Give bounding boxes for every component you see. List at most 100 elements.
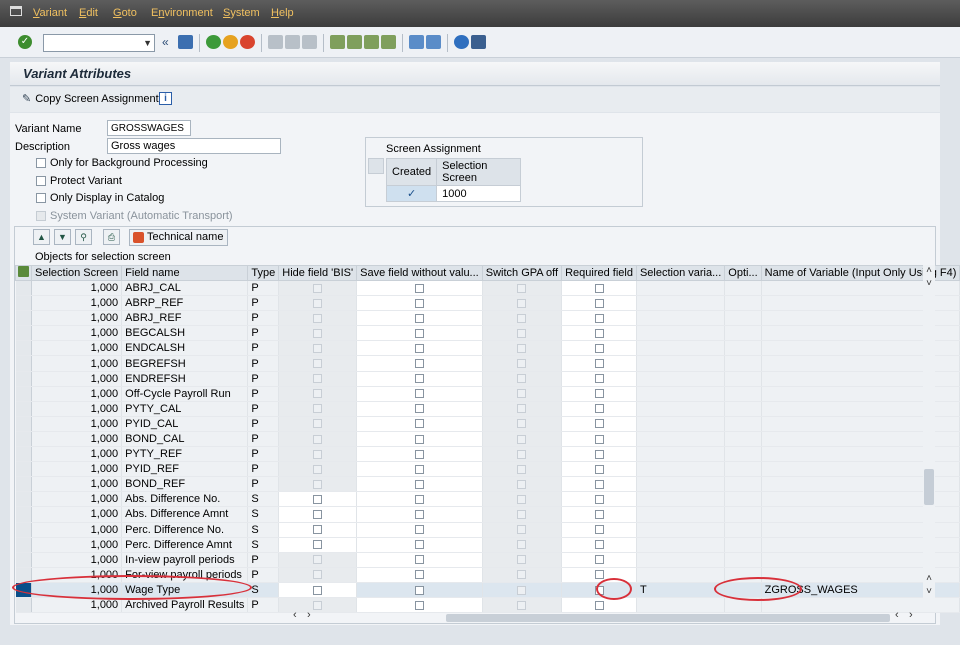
save-without-values-checkbox[interactable] [356,522,483,538]
cancel-icon[interactable] [240,35,255,49]
menu-variant[interactable]: Variant [33,7,67,19]
variant-name-field[interactable]: GROSSWAGES [107,120,191,136]
row-selector[interactable] [15,310,32,327]
scroll-right-icon[interactable]: › [909,609,913,621]
required-field-checkbox[interactable] [561,416,637,432]
required-field-checkbox[interactable] [561,355,637,372]
row-selector[interactable] [15,597,32,614]
selection-variable-cell[interactable] [636,355,726,372]
scroll-down-icon[interactable]: ˅ [923,586,935,597]
table-row[interactable]: 1,000 Perc. Difference No. S [15,522,960,538]
required-field-checkbox[interactable] [561,280,637,297]
table-row[interactable]: 1,000 Abs. Difference Amnt S [15,506,960,523]
save-without-values-checkbox[interactable] [356,340,483,357]
table-row[interactable]: 1,000 In-view payroll periods P [15,552,960,568]
required-field-checkbox[interactable] [561,506,637,523]
row-selector[interactable] [15,446,32,463]
command-field[interactable]: ▼ [43,34,155,52]
row-selector[interactable] [15,476,32,493]
table-row[interactable]: 1,000 Off-Cycle Payroll Run P [15,386,960,402]
selection-variable-cell[interactable] [636,401,726,417]
find-icon[interactable] [285,35,300,49]
required-field-checkbox[interactable] [561,386,637,402]
previous-page-icon[interactable] [347,35,362,49]
find-icon[interactable]: ⚲ [75,229,92,245]
column-header[interactable]: Selection varia... [635,265,726,281]
save-without-values-checkbox[interactable] [356,567,483,583]
table-row[interactable]: 1,000 BOND_CAL P [15,431,960,448]
option-cell[interactable] [724,522,762,538]
required-field-checkbox[interactable] [561,461,637,478]
selection-variable-cell[interactable] [636,461,726,478]
required-field-checkbox[interactable] [561,476,637,493]
option-cell[interactable] [724,371,762,387]
print-icon[interactable]: ⎙ [103,229,120,245]
scroll-thumb[interactable] [924,469,934,505]
shortcut-icon[interactable] [426,35,441,49]
option-cell[interactable] [724,506,762,523]
option-cell[interactable] [724,537,762,553]
row-selector[interactable] [15,461,32,478]
display-in-catalog-checkbox[interactable] [36,193,46,203]
selection-variable-cell[interactable]: T [636,582,726,598]
table-row[interactable]: 1,000 ENDCALSH P [15,340,960,357]
find-next-icon[interactable] [302,35,317,49]
table-row[interactable]: 1,000 PYID_CAL P [15,416,960,432]
background-processing-checkbox[interactable] [36,158,46,168]
required-field-checkbox[interactable] [561,340,637,357]
selection-variable-cell[interactable] [636,537,726,553]
required-field-checkbox[interactable] [561,325,637,342]
column-header[interactable]: Type [247,265,280,281]
row-selector[interactable] [15,295,32,312]
next-page-icon[interactable] [364,35,379,49]
row-selector[interactable] [15,506,32,523]
option-cell[interactable] [724,476,762,493]
menu-edit[interactable]: Edit [79,7,98,19]
save-without-values-checkbox[interactable] [356,325,483,342]
row-selector[interactable] [15,355,32,372]
exit-icon[interactable] [223,35,238,49]
selection-variable-cell[interactable] [636,295,726,312]
required-field-checkbox[interactable] [561,552,637,568]
column-header[interactable]: Required field [561,265,637,281]
required-field-checkbox[interactable] [561,491,637,508]
column-header[interactable]: Field name [121,265,249,281]
table-row[interactable]: 1,000 Abs. Difference No. S [15,491,960,508]
menu-help[interactable]: Help [271,7,294,19]
required-field-checkbox[interactable] [561,310,637,327]
save-without-values-checkbox[interactable] [356,355,483,372]
selection-variable-cell[interactable] [636,567,726,583]
selection-variable-cell[interactable] [636,310,726,327]
table-row[interactable]: 1,000 BOND_REF P [15,476,960,493]
row-selector[interactable] [15,416,32,432]
scroll-down-icon[interactable]: ˅ [923,278,935,289]
row-selector[interactable] [15,491,32,508]
table-row[interactable]: 1,000 ABRJ_REF P [15,310,960,327]
table-row[interactable]: 1,000 ENDREFSH P [15,371,960,387]
sort-ascending-icon[interactable]: ▲ [33,229,50,245]
option-cell[interactable] [724,295,762,312]
hide-field-checkbox[interactable] [278,506,358,523]
scroll-left-icon[interactable]: ‹ [293,609,297,621]
selection-variable-cell[interactable] [636,491,726,508]
selection-variable-cell[interactable] [636,386,726,402]
table-row[interactable]: 1,000 BEGREFSH P [15,355,960,372]
save-without-values-checkbox[interactable] [356,310,483,327]
table-row[interactable]: 1,000 Perc. Difference Amnt S [15,537,960,553]
option-cell[interactable] [724,431,762,448]
required-field-checkbox[interactable] [561,597,637,614]
option-cell[interactable] [724,310,762,327]
hide-field-checkbox[interactable] [278,491,358,508]
row-selector[interactable] [15,537,32,553]
required-field-checkbox[interactable] [561,446,637,463]
save-icon[interactable] [178,35,193,49]
column-header[interactable]: Save field without valu... [356,265,483,281]
scroll-right-icon[interactable]: › [307,609,311,621]
table-row[interactable]: 1,000 ABRJ_CAL P [15,280,960,297]
selection-variable-cell[interactable] [636,340,726,357]
selection-variable-cell[interactable] [636,476,726,493]
selection-variable-cell[interactable] [636,416,726,432]
row-selector[interactable] [15,401,32,417]
hide-field-checkbox[interactable] [278,582,358,598]
table-row[interactable]: 1,000 PYID_REF P [15,461,960,478]
